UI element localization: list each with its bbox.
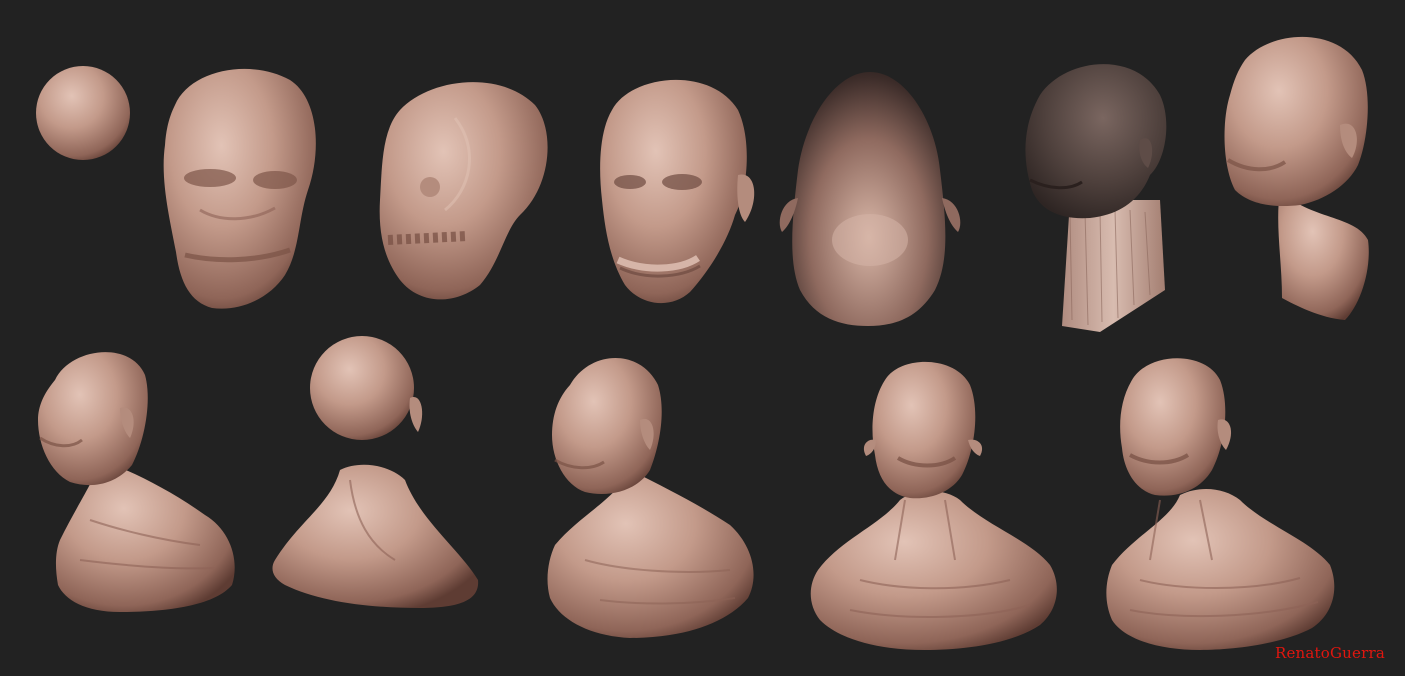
- sculpt-progression-canvas: [36, 36, 1369, 650]
- stage-bust-left: [38, 352, 235, 612]
- stage-bust-three-quarter: [547, 357, 754, 638]
- stage-head-top-view: [779, 72, 961, 326]
- stage-bust-back: [272, 336, 479, 608]
- stage-head-dark-material: [1025, 64, 1167, 332]
- stage-skull-block-front: [163, 68, 316, 309]
- artist-signature: RenatoGuerra: [1274, 644, 1385, 662]
- stage-head-neck: [1224, 36, 1369, 320]
- stage-face-block: [600, 79, 755, 304]
- stage-sphere: [36, 66, 130, 160]
- stage-skull-teeth-side: [379, 82, 548, 300]
- stage-bust-detailed-final: [1106, 358, 1335, 650]
- stage-bust-detailed-front: [810, 361, 1057, 650]
